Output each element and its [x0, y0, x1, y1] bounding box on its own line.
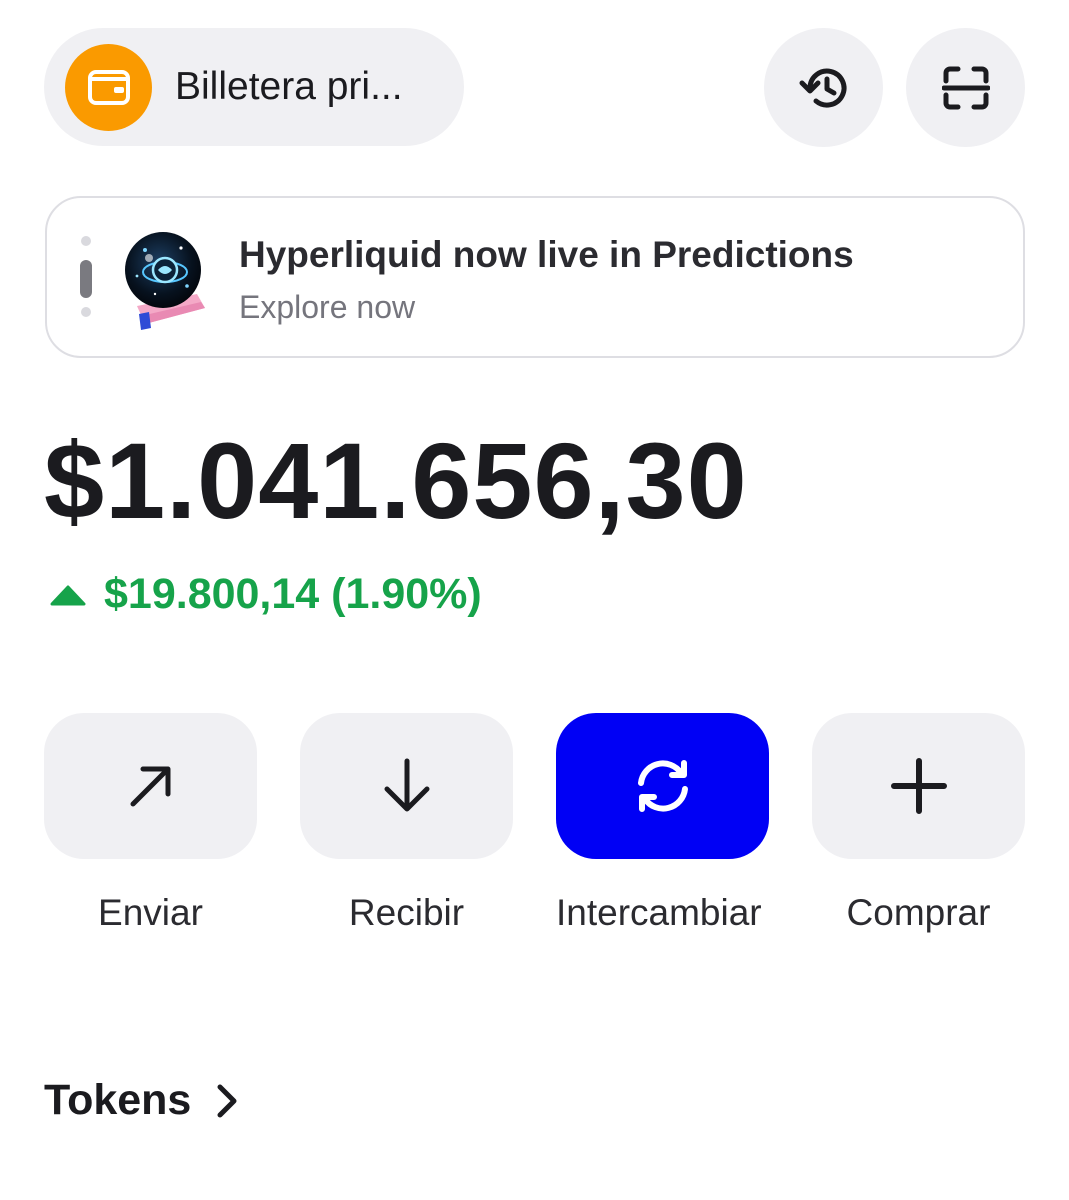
pager-dot — [81, 236, 91, 246]
receive-button[interactable] — [300, 713, 513, 859]
swap-button[interactable] — [556, 713, 769, 859]
scan-icon — [941, 66, 990, 109]
arrow-up-right-icon — [130, 766, 170, 807]
scan-button[interactable] — [906, 28, 1025, 147]
banner-subtitle: Explore now — [239, 289, 416, 325]
portfolio-balance: $1.041.656,30 — [44, 420, 748, 541]
promo-banner[interactable]: Hyperliquid now live in Predictions Expl… — [45, 196, 1025, 358]
chevron-right-icon — [217, 1084, 237, 1117]
wallet-icon — [87, 70, 130, 105]
wallet-selector[interactable]: Billetera pri... — [44, 28, 464, 146]
receive-label: Recibir — [348, 892, 465, 933]
history-icon — [799, 68, 846, 107]
tokens-section-link[interactable]: Tokens — [44, 1076, 239, 1125]
wallet-name: Billetera pri... — [175, 65, 403, 108]
wallet-avatar — [65, 43, 152, 131]
buy-button[interactable] — [812, 713, 1025, 859]
send-button[interactable] — [44, 713, 257, 859]
pager-dot — [81, 307, 91, 317]
triangle-up-icon — [50, 585, 86, 605]
arrow-down-icon — [384, 758, 429, 812]
swap-icon — [637, 760, 688, 812]
banner-title: Hyperliquid now live in Predictions — [239, 234, 854, 275]
wallet-home-screen: Billetera pri... Hyperliquid now live in… — [0, 0, 1069, 1200]
portfolio-change: $19.800,14 (1.90%) — [50, 570, 482, 619]
pager-active-indicator — [80, 260, 92, 298]
banner-pager — [80, 236, 92, 322]
swap-label: Intercambiar — [556, 892, 762, 933]
plus-icon — [890, 758, 947, 814]
tokens-title: Tokens — [44, 1076, 192, 1124]
history-button[interactable] — [764, 28, 883, 147]
portfolio-change-value: $19.800,14 (1.90%) — [104, 570, 482, 618]
crystal-ball-illustration — [125, 232, 205, 330]
send-label: Enviar — [98, 892, 203, 933]
buy-label: Comprar — [846, 892, 991, 933]
